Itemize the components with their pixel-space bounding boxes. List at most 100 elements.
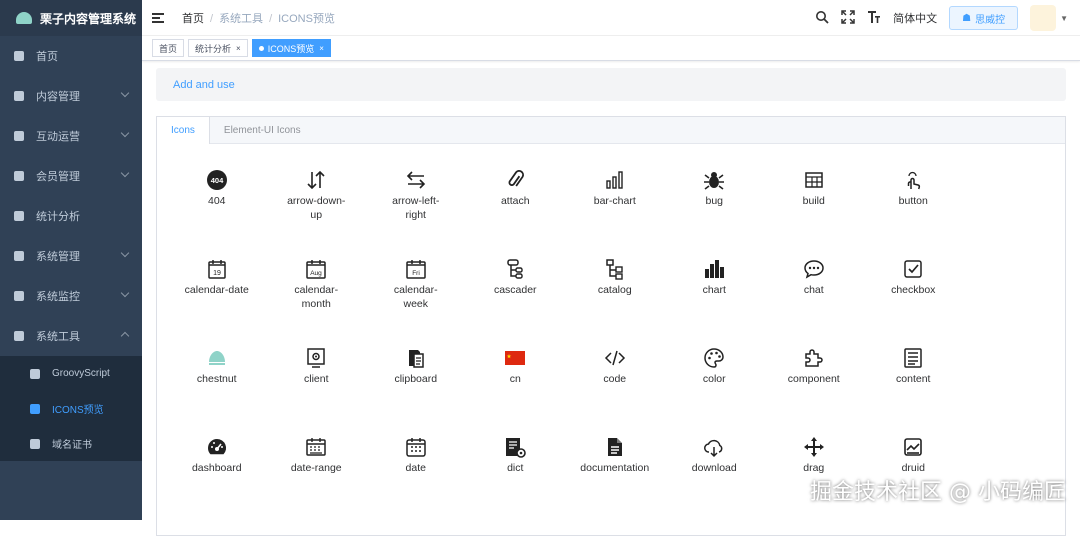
icon-item[interactable]: code [565, 322, 665, 411]
icon-item[interactable]: chestnut [167, 322, 267, 411]
icon-item[interactable]: download [665, 411, 765, 500]
chat-icon [803, 255, 825, 283]
icon-name: date-range [291, 461, 342, 475]
close-icon[interactable]: × [236, 44, 241, 53]
icon-name: documentation [580, 461, 649, 475]
add-and-use-link[interactable]: Add and use [173, 79, 235, 91]
icon-item[interactable]: catalog [565, 233, 665, 322]
chevron-down-icon [121, 89, 129, 97]
icon-item[interactable]: build [764, 144, 864, 233]
icon-name: cn [510, 372, 521, 386]
icon-item[interactable]: checkbox [864, 233, 964, 322]
navbar: 首页/系统工具/ICONS预览 简体中文 ☗ 思威控 ▼ [142, 0, 1080, 36]
breadcrumb-tools: 系统工具 [219, 13, 263, 25]
chart-icon [703, 255, 725, 283]
sidebar-item-label: 系统监控 [36, 288, 80, 304]
icon-item[interactable]: chat [764, 233, 864, 322]
icon-item[interactable]: 19 calendar-date [167, 233, 267, 322]
sidebar-subitem-label: ICONS预览 [52, 401, 104, 416]
icon-name: dashboard [192, 461, 242, 475]
tag-item[interactable]: 首页 [152, 39, 184, 57]
icon-item[interactable]: arrow-down-up [267, 144, 367, 233]
icon-item[interactable]: cascader [466, 233, 566, 322]
caret-down-icon[interactable]: ▼ [1060, 14, 1068, 23]
icon-item[interactable]: button [864, 144, 964, 233]
sidebar-item[interactable]: 互动运营 [0, 116, 142, 156]
sidebar-item-label: 首页 [36, 48, 58, 64]
app-logo[interactable]: 栗子内容管理系统 [0, 0, 142, 36]
font-size-icon[interactable] [867, 10, 881, 27]
icon-name: color [703, 372, 726, 386]
breadcrumb-home[interactable]: 首页 [182, 13, 204, 25]
build-icon [803, 166, 825, 194]
certificate-icon [30, 439, 40, 449]
tab-element-ui-icons[interactable]: Element-UI Icons [210, 117, 315, 143]
icon-item[interactable]: component [764, 322, 864, 411]
cn-icon [504, 344, 526, 372]
icon-item[interactable]: bug [665, 144, 765, 233]
icon-name: calendar-date [185, 283, 249, 297]
sidebar-item-label: 系统管理 [36, 248, 80, 264]
sidebar-item[interactable]: 首页 [0, 36, 142, 76]
icon-name: client [304, 372, 329, 386]
sidebar-item[interactable]: 会员管理 [0, 156, 142, 196]
search-icon[interactable] [815, 10, 829, 27]
monitor-button[interactable]: ☗ 思威控 [949, 6, 1018, 30]
sidebar-item[interactable]: 系统管理 [0, 236, 142, 276]
sidebar-item[interactable]: 系统监控 [0, 276, 142, 316]
date-range-icon [305, 433, 327, 461]
sidebar-item-label: 系统工具 [36, 328, 80, 344]
client-icon [305, 344, 327, 372]
icon-item[interactable]: color [665, 322, 765, 411]
catalog-icon [604, 255, 626, 283]
sidebar-subitem[interactable]: 域名证书 [0, 426, 142, 461]
content-icon [902, 344, 924, 372]
bug-icon [30, 369, 40, 379]
svg-text:Fri: Fri [412, 270, 420, 277]
icon-item[interactable]: documentation [565, 411, 665, 500]
icons-card: IconsElement-UI Icons 404404arrow-down-u… [156, 116, 1066, 536]
icon-name: drag [803, 461, 824, 475]
language-selector[interactable]: 简体中文 [893, 10, 937, 26]
tag-item[interactable]: ICONS预览× [252, 39, 331, 57]
sidebar-subitem-label: 域名证书 [52, 436, 92, 451]
druid-icon [902, 433, 924, 461]
icon-item[interactable]: 404404 [167, 144, 267, 233]
icon-item[interactable]: Fricalendar-week [366, 233, 466, 322]
icon-item[interactable]: attach [466, 144, 566, 233]
tab-icons[interactable]: Icons [157, 117, 210, 144]
icon-item[interactable]: date-range [267, 411, 367, 500]
icon-item[interactable]: client [267, 322, 367, 411]
icon-item[interactable]: dashboard [167, 411, 267, 500]
icons-icon [30, 404, 40, 414]
sidebar-item[interactable]: 统计分析 [0, 196, 142, 236]
icon-item[interactable]: arrow-left-right [366, 144, 466, 233]
cascader-icon [504, 255, 526, 283]
icon-item[interactable]: clipboard [366, 322, 466, 411]
sidebar-item[interactable]: 系统工具 [0, 316, 142, 356]
icon-item[interactable]: cn [466, 322, 566, 411]
chevron-up-icon [121, 332, 129, 340]
toolbox-icon [14, 331, 24, 341]
sidebar-item-label: 互动运营 [36, 128, 80, 144]
icon-item[interactable]: date [366, 411, 466, 500]
svg-text:19: 19 [213, 270, 221, 277]
icon-item[interactable]: Augcalendar-month [267, 233, 367, 322]
checkbox-icon [902, 255, 924, 283]
avatar[interactable] [1030, 5, 1056, 31]
sidebar-subitem[interactable]: GroovyScript [0, 356, 142, 391]
fullscreen-icon[interactable] [841, 10, 855, 27]
icon-item[interactable]: bar-chart [565, 144, 665, 233]
icon-item[interactable]: dict [466, 411, 566, 500]
icon-item[interactable]: content [864, 322, 964, 411]
close-icon[interactable]: × [319, 44, 324, 53]
sidebar-item[interactable]: 内容管理 [0, 76, 142, 116]
tag-item[interactable]: 统计分析 × [188, 39, 248, 57]
hamburger-icon[interactable] [152, 13, 164, 23]
tag-label: 统计分析 [195, 42, 231, 55]
icon-item[interactable]: chart [665, 233, 765, 322]
sidebar-subitem[interactable]: ICONS预览 [0, 391, 142, 426]
app-title: 栗子内容管理系统 [40, 10, 136, 27]
404-icon: 404 [206, 166, 228, 194]
sidebar-subitem-label: GroovyScript [52, 368, 110, 379]
